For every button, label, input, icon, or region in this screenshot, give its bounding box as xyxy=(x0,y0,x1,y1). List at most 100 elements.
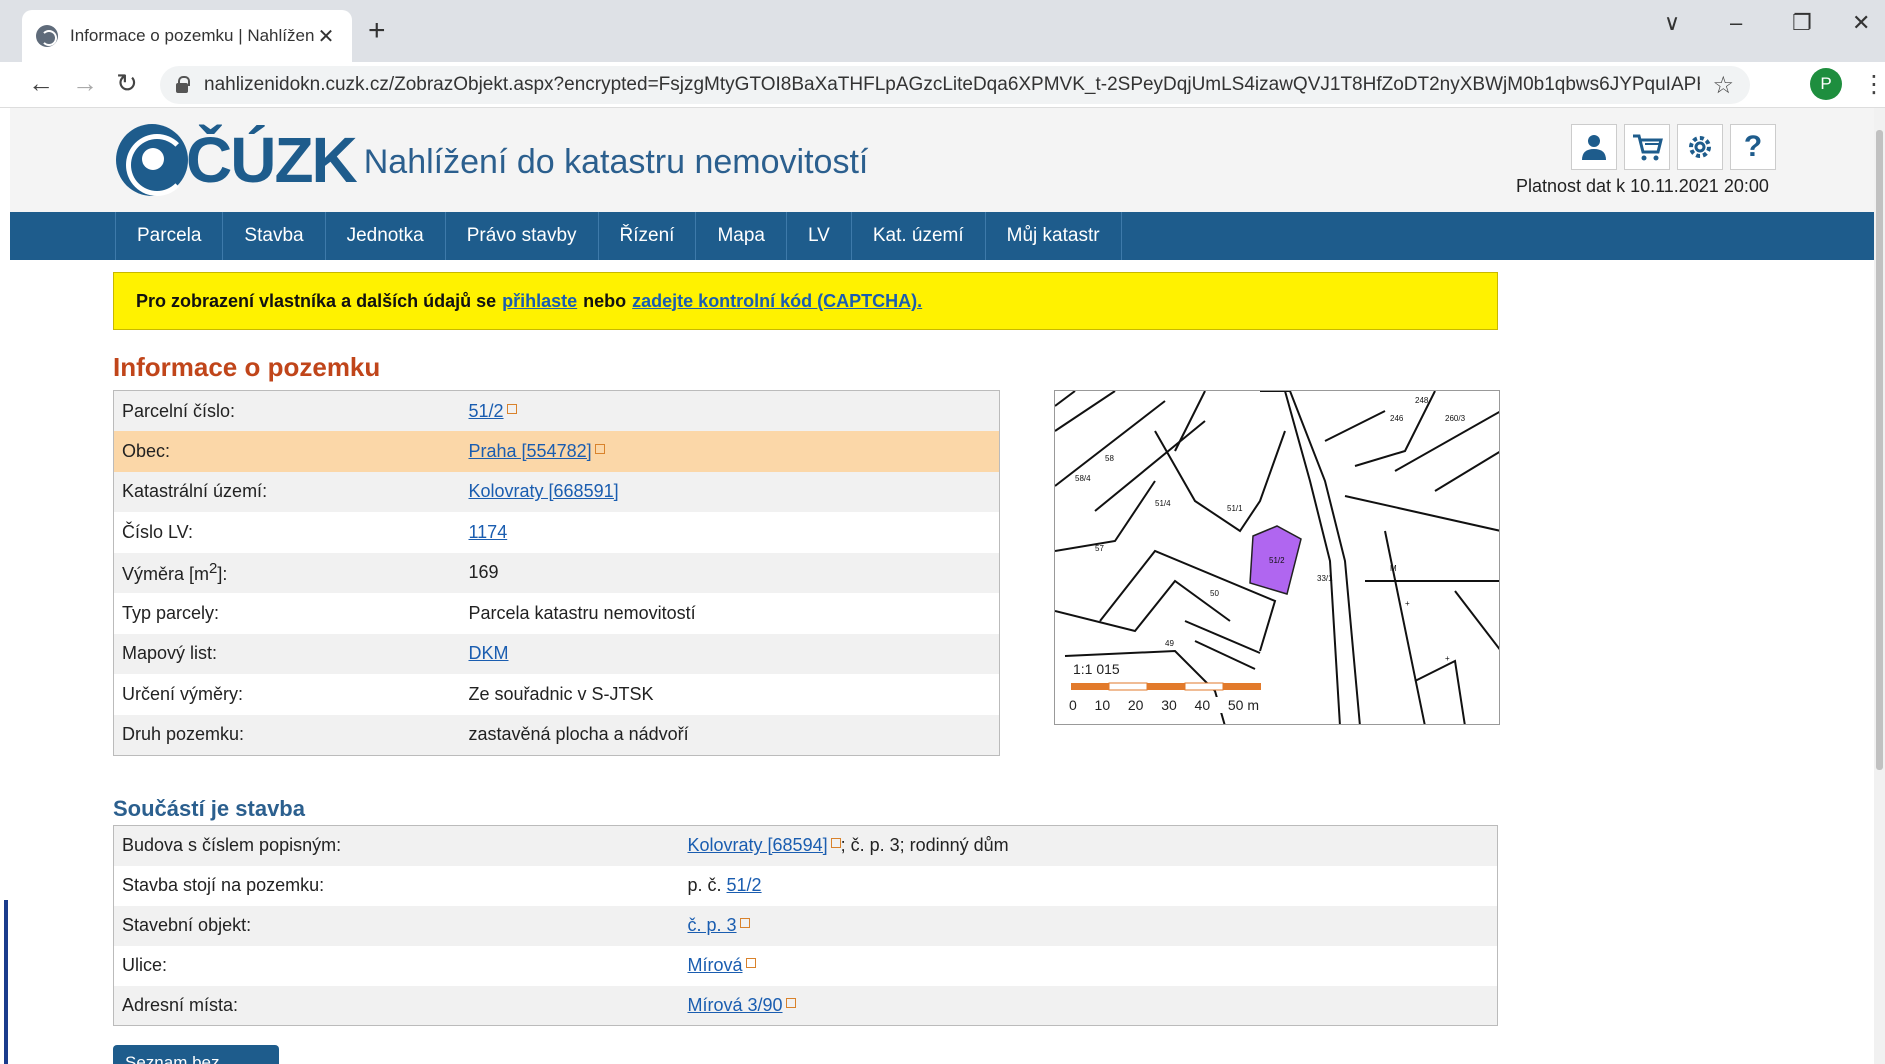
bookmark-star-icon[interactable]: ☆ xyxy=(1712,71,1734,100)
external-link-icon[interactable] xyxy=(739,918,750,928)
obec-link[interactable]: Praha [554782] xyxy=(469,441,592,461)
window-close-icon[interactable]: ✕ xyxy=(1852,10,1870,36)
notice-or: nebo xyxy=(583,290,627,311)
svg-text:50: 50 xyxy=(1210,589,1219,598)
external-link-icon[interactable] xyxy=(830,838,841,849)
svg-text:260/3: 260/3 xyxy=(1445,414,1466,423)
nav-stavba[interactable]: Stavba xyxy=(222,212,324,260)
nav-pravo-stavby[interactable]: Právo stavby xyxy=(444,212,598,260)
external-link-icon[interactable] xyxy=(506,403,517,414)
svg-text:58: 58 xyxy=(1105,454,1114,463)
row-label: Mapový list: xyxy=(113,633,461,674)
scale-tick: 40 xyxy=(1194,697,1211,713)
row-label: Stavba stojí na pozemku: xyxy=(113,865,680,906)
external-link-icon[interactable] xyxy=(594,443,605,454)
table-row: Stavební objekt: č. p. 3 xyxy=(113,905,1498,946)
new-tab-button[interactable]: + xyxy=(368,14,386,48)
parcel-number-link[interactable]: 51/2 xyxy=(469,401,504,421)
row-value: Praha [554782] xyxy=(460,431,1000,472)
minimize-icon[interactable]: – xyxy=(1730,10,1742,36)
map-scale-label: 1:1 015 xyxy=(1073,661,1120,677)
nav-kat-uzemi[interactable]: Kat. území xyxy=(850,212,985,260)
area-value: 169 xyxy=(460,552,1000,593)
svg-text:248: 248 xyxy=(1415,396,1429,405)
svg-text:58/4: 58/4 xyxy=(1075,474,1091,483)
building-table: Budova s číslem popisným: Kolovraty [685… xyxy=(113,825,1498,1026)
forward-icon[interactable]: → xyxy=(72,68,98,99)
map-drawing: 51/4 51/1 51/2 33/1 M + 58/4 58 57 246 248 260/3… xyxy=(1055,391,1499,724)
building-link[interactable]: Kolovraty [68594] xyxy=(688,835,828,855)
settings-icon[interactable] xyxy=(1677,124,1723,170)
table-row: Stavba stojí na pozemku: p. č. 51/2 xyxy=(113,865,1498,906)
table-row: Budova s číslem popisným: Kolovraty [685… xyxy=(113,825,1498,866)
tab-close-icon[interactable]: ✕ xyxy=(314,24,338,49)
nav-jednotka[interactable]: Jednotka xyxy=(324,212,445,260)
back-icon[interactable]: ← xyxy=(28,68,54,99)
stands-on-parcel-link[interactable]: 51/2 xyxy=(727,875,762,895)
site-favicon-icon xyxy=(36,25,58,47)
restore-icon[interactable]: ❐ xyxy=(1792,10,1812,36)
page-scrollbar[interactable] xyxy=(1874,108,1885,1064)
browser-menu-icon[interactable]: ⋮ xyxy=(1862,70,1885,99)
header-icon-group: ? xyxy=(1571,124,1776,170)
table-row: Adresní místa: Mírová 3/90 xyxy=(113,985,1498,1026)
nav-parcela[interactable]: Parcela xyxy=(115,212,222,260)
scrollbar-thumb[interactable] xyxy=(1876,130,1883,770)
nav-mapa[interactable]: Mapa xyxy=(695,212,786,260)
svg-text:33/1: 33/1 xyxy=(1317,574,1333,583)
user-icon[interactable] xyxy=(1571,124,1617,170)
map-sheet-link[interactable]: DKM xyxy=(469,643,509,663)
table-row: Typ parcely: Parcela katastru nemovitost… xyxy=(113,593,1000,634)
row-label: Druh pozemku: xyxy=(113,714,461,755)
external-link-icon[interactable] xyxy=(785,997,796,1008)
svg-text:57: 57 xyxy=(1095,544,1104,553)
globe-logo-icon xyxy=(116,124,188,196)
site-header: ČÚZK Nahlížení do katastru nemovitostí ?… xyxy=(10,108,1876,212)
row-value: Mírová 3/90 xyxy=(679,985,1498,1026)
browser-tab[interactable]: Informace o pozemku | Nahlížení ✕ xyxy=(22,10,352,62)
ku-link[interactable]: Kolovraty [668591] xyxy=(469,481,619,501)
data-validity: Platnost dat k 10.11.2021 20:00 xyxy=(1516,176,1769,196)
login-link[interactable]: přihlaste xyxy=(502,291,577,312)
external-link-icon[interactable] xyxy=(745,958,756,968)
tab-title: Informace o pozemku | Nahlížení xyxy=(70,26,314,45)
svg-text:51/1: 51/1 xyxy=(1227,504,1243,513)
svg-text:M: M xyxy=(1390,564,1397,573)
nav-muj-katastr[interactable]: Můj katastr xyxy=(984,212,1122,260)
row-value: Kolovraty [668591] xyxy=(460,471,1000,512)
browser-tab-bar: Informace o pozemku | Nahlížení ✕ + ∨ – … xyxy=(0,0,1885,62)
row-value: č. p. 3 xyxy=(679,905,1498,946)
table-row: Katastrální území: Kolovraty [668591] xyxy=(113,471,1000,512)
tab-list-icon[interactable]: ∨ xyxy=(1664,10,1680,36)
map-scale-ticks: 0 10 20 30 40 50 m xyxy=(1069,697,1259,713)
svg-text:+: + xyxy=(1405,599,1410,608)
street-link[interactable]: Mírová xyxy=(688,955,743,975)
help-icon[interactable]: ? xyxy=(1730,124,1776,170)
captcha-link[interactable]: zadejte kontrolní kód (CAPTCHA). xyxy=(632,291,922,312)
notice-text: Pro zobrazení vlastníka a dalších údajů … xyxy=(136,290,497,311)
address-bar[interactable]: nahlizenidokn.cuzk.cz/ZobrazObjekt.aspx?… xyxy=(160,66,1750,104)
row-label: Katastrální území: xyxy=(113,471,461,512)
lv-link[interactable]: 1174 xyxy=(469,522,508,542)
left-edge-decoration xyxy=(4,900,8,1064)
scale-tick: 30 xyxy=(1161,697,1177,713)
row-label: Stavební objekt: xyxy=(113,905,680,946)
cart-icon[interactable] xyxy=(1624,124,1670,170)
row-label: Číslo LV: xyxy=(113,512,461,553)
scale-tick: 0 xyxy=(1069,697,1077,713)
address-link[interactable]: Mírová 3/90 xyxy=(688,995,783,1015)
profile-avatar[interactable]: P xyxy=(1810,68,1842,100)
reload-icon[interactable]: ↻ xyxy=(116,68,138,99)
nav-lv[interactable]: LV xyxy=(785,212,851,260)
cadastral-map[interactable]: 51/4 51/1 51/2 33/1 M + 58/4 58 57 246 248 260/3… xyxy=(1054,390,1500,725)
determination-value: Ze souřadnic v S-JTSK xyxy=(460,674,1000,715)
row-label: Budova s číslem popisným: xyxy=(113,825,680,866)
nav-rizeni[interactable]: Řízení xyxy=(597,212,696,260)
building-object-link[interactable]: č. p. 3 xyxy=(688,915,737,935)
scale-tick: 20 xyxy=(1127,697,1144,713)
cuzk-logo[interactable]: ČÚZK Nahlížení do katastru nemovitostí xyxy=(116,120,868,200)
table-row: Výměra [m2]: 169 xyxy=(113,552,1000,593)
url-text[interactable]: nahlizenidokn.cuzk.cz/ZobrazObjekt.aspx?… xyxy=(204,74,1700,96)
list-button[interactable]: Seznam bez xyxy=(113,1045,279,1064)
table-row: Parcelní číslo: 51/2 xyxy=(113,390,1000,431)
